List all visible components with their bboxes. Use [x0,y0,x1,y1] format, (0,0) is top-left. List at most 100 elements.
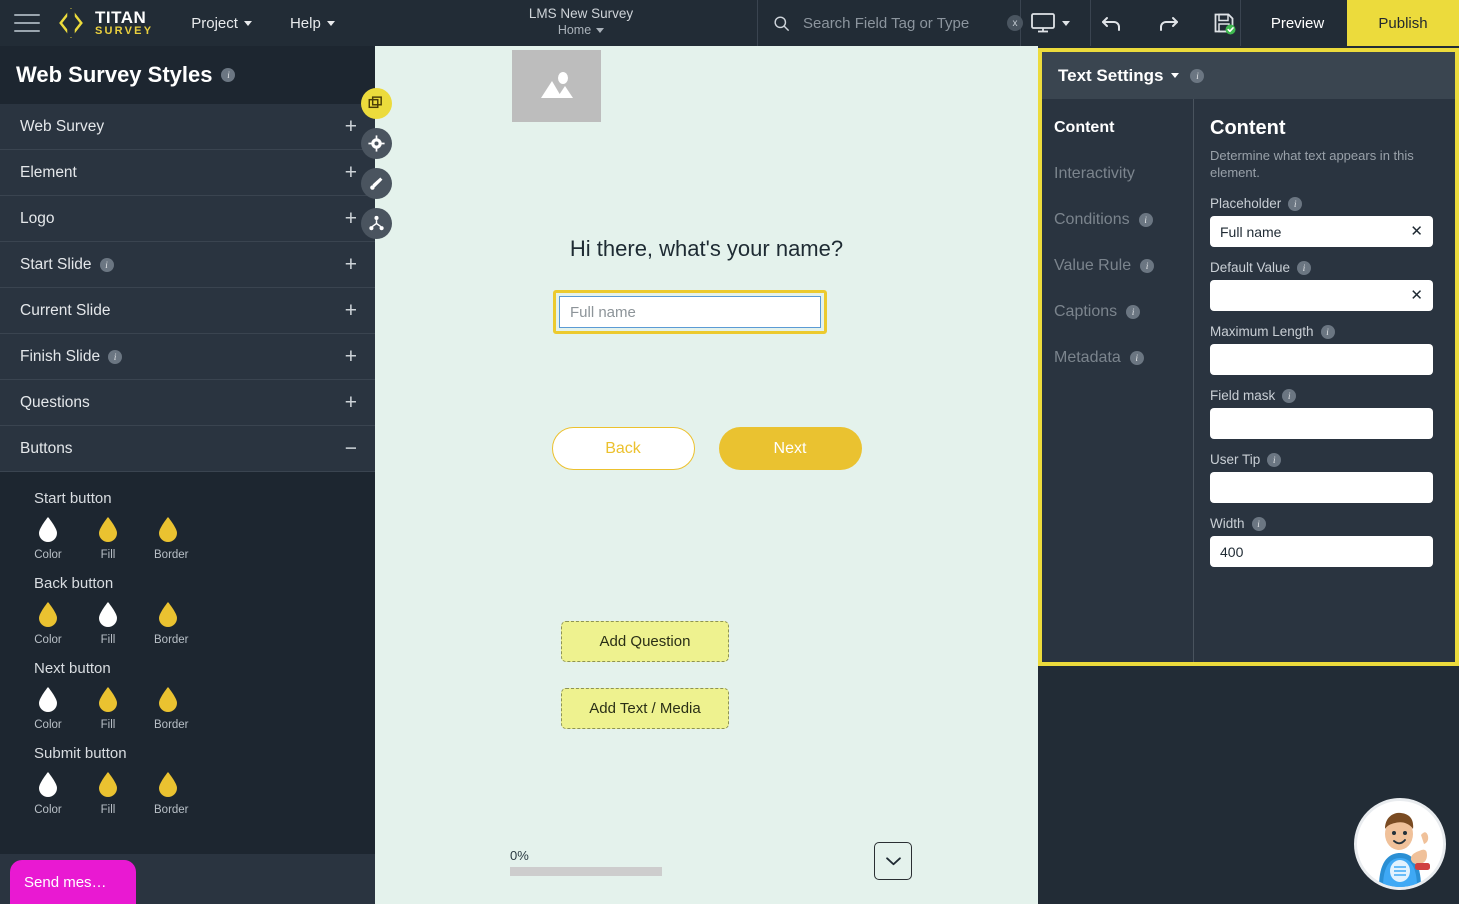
sidebar-item-finish-slide[interactable]: Finish Slide i + [0,334,375,380]
info-icon[interactable]: i [1126,305,1141,319]
sidebar-item-label: Buttons [20,439,73,457]
undo-button[interactable] [1100,12,1124,34]
expand-icon[interactable]: + [345,346,357,367]
support-mascot-avatar[interactable] [1354,798,1446,890]
info-icon[interactable]: i [1138,213,1153,227]
swatch-fill[interactable]: Fill [94,601,122,646]
menu-project[interactable]: Project [191,15,252,32]
sidebar-item-start-slide[interactable]: Start Slide i + [0,242,375,288]
width-field[interactable]: 400 [1210,536,1433,568]
collapse-icon[interactable]: − [345,438,357,459]
field-mask-field[interactable] [1210,408,1433,440]
menu-help[interactable]: Help [290,15,335,32]
swatch-border[interactable]: Border [154,601,189,646]
info-icon[interactable]: i [108,349,123,364]
placeholder-field[interactable]: Full name ✕ [1210,216,1433,248]
swatch-fill[interactable]: Fill [94,516,122,561]
info-icon[interactable]: i [1129,351,1144,365]
search-input[interactable] [803,14,995,32]
panel-title: Text Settings [1058,65,1164,85]
swatch-color[interactable]: Color [34,771,62,816]
sidebar-item-web-survey[interactable]: Web Survey + [0,104,375,150]
search-clear-icon[interactable]: x [1007,15,1023,31]
swatch-fill[interactable]: Fill [94,771,122,816]
titan-logo[interactable]: TITAN SURVEY [56,8,153,38]
info-icon[interactable]: i [1320,324,1335,339]
default-value-field[interactable]: ✕ [1210,280,1433,312]
device-selector[interactable] [1030,0,1070,46]
info-icon[interactable]: i [1288,196,1303,211]
progress-bar-track [510,867,662,876]
swatch-color[interactable]: Color [34,516,62,561]
sidebar-item-buttons[interactable]: Buttons − [0,426,375,472]
maximum-length-field[interactable] [1210,344,1433,376]
swatch-color[interactable]: Color [34,601,62,646]
info-icon[interactable]: i [1251,516,1266,531]
swatch-border[interactable]: Border [154,516,189,561]
info-icon[interactable]: i [1267,452,1282,467]
info-icon[interactable]: i [1282,388,1297,403]
expand-icon[interactable]: + [345,162,357,183]
next-button[interactable]: Next [718,427,862,470]
content-settings-form: Content Determine what text appears in t… [1194,99,1455,662]
swatch-fill[interactable]: Fill [94,686,122,731]
navigation-buttons: Back Next [375,427,1038,470]
clear-icon[interactable]: ✕ [1410,224,1423,239]
swatch-color[interactable]: Color [34,686,62,731]
tab-conditions[interactable]: Conditions i [1052,211,1193,229]
sidebar-item-current-slide[interactable]: Current Slide + [0,288,375,334]
info-icon[interactable]: i [1140,259,1155,273]
survey-home-selector[interactable]: Home [496,23,666,37]
back-button[interactable]: Back [551,427,695,470]
add-question-button[interactable]: Add Question [561,621,729,662]
duplicate-layers-button[interactable] [361,88,392,119]
default-value-label: Default Value i [1210,260,1433,275]
redo-button[interactable] [1156,12,1180,34]
hamburger-menu-icon[interactable] [14,14,40,32]
text-field-selected-wrapper[interactable]: Full name [553,290,827,334]
expand-icon[interactable]: + [345,392,357,413]
tab-label: Conditions [1054,211,1130,228]
theme-brush-button[interactable] [361,168,392,199]
tab-value-rule[interactable]: Value Rule i [1052,257,1193,275]
publish-button[interactable]: Publish [1347,0,1459,46]
info-icon[interactable]: i [221,68,236,82]
sidebar-item-questions[interactable]: Questions + [0,380,375,426]
user-tip-field[interactable] [1210,472,1433,504]
clear-icon[interactable]: ✕ [1410,288,1423,303]
chevron-down-icon [885,856,901,865]
sidebar-item-logo[interactable]: Logo + [0,196,375,242]
add-text-media-button[interactable]: Add Text / Media [561,688,729,729]
settings-button[interactable] [361,128,392,159]
info-icon[interactable]: i [99,257,114,272]
search-box[interactable]: x [772,0,1023,46]
sidebar-item-element[interactable]: Element + [0,150,375,196]
tab-metadata[interactable]: Metadata i [1052,349,1193,367]
swatch-label: Fill [100,634,116,646]
chevron-down-icon [243,20,252,26]
tab-captions[interactable]: Captions i [1052,303,1193,321]
text-input-field[interactable]: Full name [559,296,821,328]
droplet-icon [99,772,117,797]
field-label-text: User Tip [1210,452,1261,468]
collapse-slide-button[interactable] [874,842,912,880]
text-settings-title-toggle[interactable]: Text Settings [1058,65,1180,86]
logo-image-placeholder[interactable] [512,50,601,122]
expand-icon[interactable]: + [345,208,357,229]
info-icon[interactable]: i [1190,68,1205,83]
send-message-button[interactable]: Send mes… [10,860,136,904]
expand-icon[interactable]: + [345,254,357,275]
info-icon[interactable]: i [1297,260,1312,275]
expand-icon[interactable]: + [345,300,357,321]
share-nodes-button[interactable] [361,208,392,239]
tab-content[interactable]: Content [1052,119,1193,137]
expand-icon[interactable]: + [345,116,357,137]
tab-label: Metadata [1054,349,1121,366]
save-button[interactable] [1212,11,1236,35]
swatch-border[interactable]: Border [154,771,189,816]
field-label-text: Field mask [1210,388,1276,404]
user-tip-label: User Tip i [1210,452,1433,467]
swatch-border[interactable]: Border [154,686,189,731]
tab-interactivity[interactable]: Interactivity [1052,165,1193,183]
preview-button[interactable]: Preview [1248,0,1347,46]
